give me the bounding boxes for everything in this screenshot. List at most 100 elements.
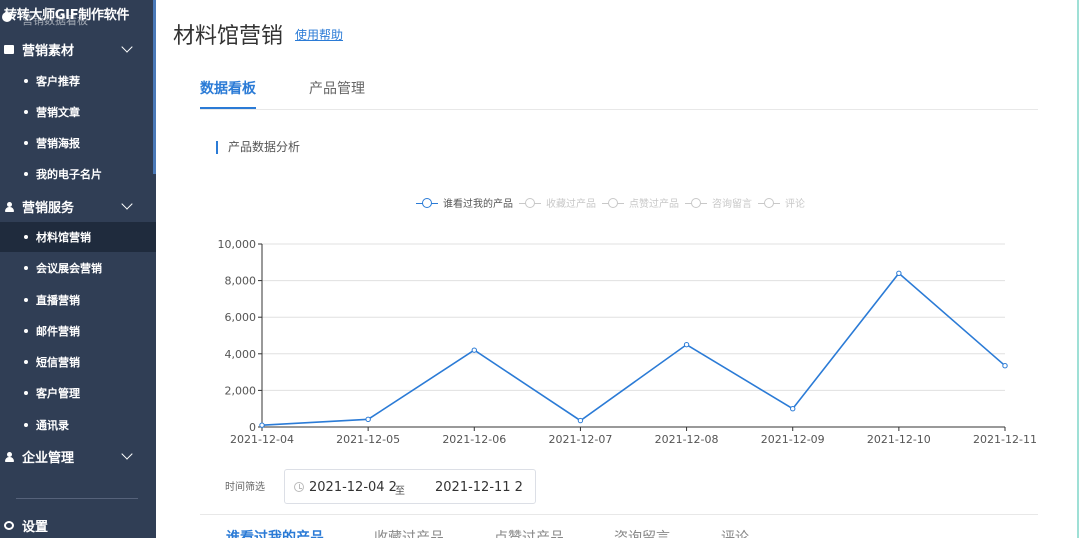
sidebar-group-marketing-materials[interactable]: 营销素材 — [0, 34, 156, 64]
sidebar: 营销数据看板 转转大师GIF制作软件 营销素材 客户推荐 营销文章 营销海报 我… — [0, 0, 156, 538]
y-tick-label: 8,000 — [225, 275, 257, 288]
bottom-tab-liked[interactable]: 点赞过产品 — [494, 527, 564, 538]
sidebar-item-label: 客户管理 — [36, 387, 80, 400]
bottom-tab-favorited[interactable]: 收藏过产品 — [374, 527, 444, 538]
y-tick-label: 4,000 — [225, 348, 257, 361]
legend-line-icon — [685, 197, 707, 209]
user-icon — [4, 451, 14, 462]
section-title: 产品数据分析 — [216, 141, 300, 154]
chevron-down-icon — [121, 41, 133, 53]
chevron-down-icon — [121, 198, 133, 210]
help-link[interactable]: 使用帮助 — [295, 26, 343, 43]
chevron-down-icon — [121, 448, 133, 460]
filter-label: 时间筛选 — [225, 482, 265, 493]
chart-legend: 谁看过我的产品 收藏过产品 点赞过产品 咨询留言 评论 — [416, 195, 811, 210]
x-tick-label: 2021-12-07 — [548, 433, 612, 446]
user-icon — [4, 201, 14, 212]
data-point — [790, 406, 796, 412]
legend-label: 点赞过产品 — [629, 199, 679, 210]
bullet-icon — [24, 235, 28, 239]
bottom-tab-inquiries[interactable]: 咨询留言 — [614, 527, 670, 538]
bullet-icon — [24, 360, 28, 364]
sidebar-item-live-marketing[interactable]: 直播营销 — [0, 285, 156, 315]
bottom-tab-comments[interactable]: 评论 — [721, 527, 749, 538]
clock-icon — [294, 482, 304, 492]
x-tick-label: 2021-12-06 — [442, 433, 506, 446]
page-title: 材料馆营销 — [173, 24, 284, 49]
sidebar-group-label: 营销服务 — [22, 200, 75, 216]
sidebar-group-enterprise[interactable]: 企业管理 — [0, 441, 156, 471]
y-tick-label: 2,000 — [225, 384, 257, 397]
sidebar-item-customer-referral[interactable]: 客户推荐 — [0, 66, 156, 96]
logo-text: 转转大师GIF制作软件 — [4, 8, 130, 23]
sidebar-group-label: 营销素材 — [22, 43, 75, 59]
sidebar-group-label: 企业管理 — [22, 450, 75, 466]
legend-line-icon — [416, 197, 438, 209]
legend-item-inquiries[interactable]: 咨询留言 — [685, 195, 752, 210]
bottom-divider — [200, 514, 1038, 515]
sidebar-item-label: 我的电子名片 — [36, 168, 102, 181]
series-line — [261, 272, 1006, 426]
legend-item-favorited[interactable]: 收藏过产品 — [519, 195, 596, 210]
data-point — [259, 422, 265, 428]
main-content: 材料馆营销 使用帮助 数据看板 产品管理 产品数据分析 谁看过我的产品 收藏过产… — [156, 0, 1079, 538]
sidebar-item-label: 营销文章 — [36, 106, 80, 119]
legend-label: 谁看过我的产品 — [443, 199, 513, 210]
x-tick-label: 2021-12-11 — [973, 433, 1037, 446]
bullet-icon — [24, 298, 28, 302]
sidebar-item-contacts[interactable]: 通讯录 — [0, 410, 156, 440]
end-date-input[interactable]: 2021-12-11 2 — [435, 480, 523, 495]
date-range-picker[interactable]: 2021-12-04 2 至 2021-12-11 2 — [284, 469, 536, 504]
x-tick-label: 2021-12-04 — [230, 433, 294, 446]
bullet-icon — [24, 110, 28, 114]
bullet-icon — [24, 329, 28, 333]
legend-item-viewed[interactable]: 谁看过我的产品 — [416, 195, 513, 210]
legend-line-icon — [602, 197, 624, 209]
sidebar-item-marketing-articles[interactable]: 营销文章 — [0, 97, 156, 127]
legend-line-icon — [519, 197, 541, 209]
x-tick-label: 2021-12-05 — [336, 433, 400, 446]
line-chart: 02,0004,0006,0008,00010,0002021-12-04 202… — [218, 238, 1037, 446]
sidebar-item-marketing-posters[interactable]: 营销海报 — [0, 128, 156, 158]
legend-item-liked[interactable]: 点赞过产品 — [602, 195, 679, 210]
sidebar-item-label: 直播营销 — [36, 294, 80, 307]
x-tick-label: 2021-12-10 — [867, 433, 931, 446]
y-tick-label: 6,000 — [225, 311, 257, 324]
sidebar-item-label: 客户推荐 — [36, 75, 80, 88]
start-date-input[interactable]: 2021-12-04 2 — [309, 480, 397, 495]
sidebar-item-label: 营销海报 — [36, 137, 80, 150]
sidebar-item-material-hall[interactable]: 材料馆营销 — [0, 222, 156, 252]
bullet-icon — [24, 423, 28, 427]
sidebar-item-customer-management[interactable]: 客户管理 — [0, 378, 156, 408]
sidebar-group-settings[interactable]: 设置 — [0, 510, 156, 538]
bottom-tab-viewed[interactable]: 谁看过我的产品 — [226, 527, 324, 538]
data-point — [471, 347, 477, 353]
sidebar-item-sms-marketing[interactable]: 短信营销 — [0, 347, 156, 377]
bullet-icon — [24, 141, 28, 145]
tab-bar: 数据看板 产品管理 — [200, 78, 1038, 110]
sidebar-divider — [16, 498, 138, 499]
sidebar-group-marketing-services[interactable]: 营销服务 — [0, 191, 156, 221]
sidebar-item-label: 通讯录 — [36, 419, 69, 432]
date-separator: 至 — [395, 486, 405, 497]
bullet-icon — [24, 266, 28, 270]
bullet-icon — [24, 79, 28, 83]
gear-icon — [4, 520, 14, 530]
x-tick-label: 2021-12-08 — [655, 433, 719, 446]
data-point — [683, 341, 690, 348]
tab-dashboard[interactable]: 数据看板 — [200, 78, 256, 98]
sidebar-item-business-card[interactable]: 我的电子名片 — [0, 159, 156, 189]
legend-line-icon — [758, 197, 780, 209]
data-point — [577, 417, 584, 424]
tab-underline — [200, 107, 256, 109]
sidebar-item-email-marketing[interactable]: 邮件营销 — [0, 316, 156, 346]
bullet-icon — [24, 391, 28, 395]
legend-label: 收藏过产品 — [546, 199, 596, 210]
data-point — [896, 270, 902, 276]
tab-product-management[interactable]: 产品管理 — [309, 78, 365, 98]
sidebar-item-conference-marketing[interactable]: 会议展会营销 — [0, 253, 156, 283]
data-point — [365, 416, 371, 423]
legend-item-comments[interactable]: 评论 — [758, 195, 805, 210]
folder-icon — [4, 44, 14, 54]
legend-label: 咨询留言 — [712, 199, 752, 210]
